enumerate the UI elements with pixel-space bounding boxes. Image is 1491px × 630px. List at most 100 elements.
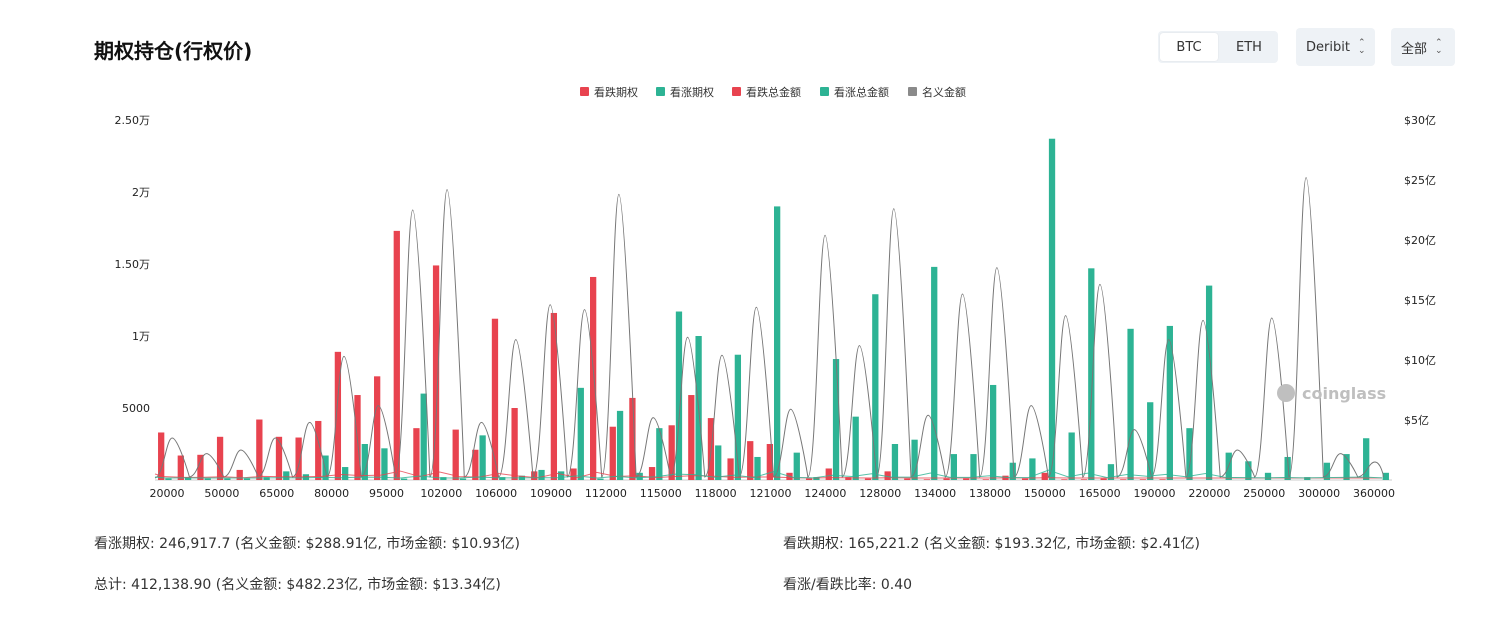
put-bar (511, 408, 518, 480)
call-bar (1205, 285, 1213, 480)
x-tick-label: 106000 (475, 487, 517, 500)
x-tick-label: 121000 (750, 487, 792, 500)
put-bar (413, 428, 420, 480)
tab-eth[interactable]: ETH (1220, 31, 1278, 63)
call-summary: 看涨期权: 246,917.7 (名义金额: $288.91亿, 市场金额: $… (94, 536, 520, 552)
put-bar (1100, 478, 1107, 480)
legend-swatch (656, 87, 665, 96)
legend-label: 看跌期权 (594, 85, 638, 99)
call-bar (243, 478, 251, 480)
option-type-select[interactable]: 全部 ⌃ ⌄ (1391, 28, 1455, 66)
call-bar (891, 444, 899, 480)
x-tick-label: 300000 (1298, 487, 1340, 500)
call-bar (1264, 472, 1272, 480)
legend-label: 看涨总金额 (834, 85, 889, 99)
call-bar (1127, 328, 1134, 480)
call-bar (400, 478, 408, 480)
coin-segmented-control: BTC ETH (1158, 31, 1278, 63)
put-bar (923, 479, 931, 480)
legend-label: 看跌总金额 (746, 85, 801, 99)
x-tick-label: 20000 (150, 487, 185, 500)
call-bar (538, 469, 545, 480)
legend-label: 名义金额 (922, 85, 966, 99)
call-bar (283, 471, 290, 480)
x-tick-label: 128000 (859, 487, 901, 500)
call-bar (911, 439, 918, 480)
call-bar (1147, 402, 1154, 480)
ratio-summary: 看涨/看跌比率: 0.40 (783, 577, 913, 593)
put-bar (1021, 478, 1029, 480)
x-tick-label: 80000 (314, 487, 349, 500)
put-bar (1080, 479, 1088, 480)
x-tick-label: 165000 (1079, 487, 1121, 500)
call-bar (1088, 268, 1095, 480)
put-bar (236, 469, 243, 480)
put-bar (275, 436, 283, 480)
put-bar (393, 230, 400, 480)
y-right-tick-label: $30亿 (1404, 114, 1436, 127)
x-tick-label: 190000 (1134, 487, 1176, 500)
call-bar (774, 206, 781, 480)
put-bar (805, 478, 813, 480)
put-bar (452, 429, 459, 480)
put-bar (963, 478, 970, 480)
put-bar (570, 468, 577, 480)
call-bar (989, 384, 997, 480)
call-bar (970, 454, 977, 480)
put-summary: 看跌期权: 165,221.2 (名义金额: $193.32亿, 市场金额: $… (783, 536, 1200, 552)
y-right-tick-label: $5亿 (1404, 414, 1429, 427)
put-bar (1120, 479, 1127, 480)
put-bar (609, 426, 616, 480)
x-tick-label: 112000 (585, 487, 627, 500)
exchange-select-value: Deribit (1306, 39, 1350, 55)
put-bar (256, 419, 263, 480)
put-bar (648, 467, 656, 480)
x-tick-label: 115000 (640, 487, 682, 500)
legend-swatch (732, 87, 741, 96)
tab-btc[interactable]: BTC (1160, 33, 1218, 61)
x-tick-label: 150000 (1024, 487, 1066, 500)
legend-swatch (908, 87, 917, 96)
put-bar (747, 441, 754, 480)
x-tick-label: 360000 (1353, 487, 1395, 500)
call-bar (931, 266, 938, 480)
put-bar (1061, 479, 1068, 480)
y-right-tick-label: $20亿 (1404, 234, 1436, 247)
call-bar (459, 478, 467, 480)
y-left-tick-label: 1万 (132, 330, 150, 343)
x-tick-label: 95000 (369, 487, 404, 500)
page-title: 期权持仓(行权价) (94, 39, 253, 63)
call-bar (872, 294, 879, 480)
total-summary: 总计: 412,138.90 (名义金额: $482.23亿, 市场金额: $1… (94, 577, 501, 593)
call-bar (1186, 428, 1193, 480)
put-bar (590, 276, 597, 480)
open-interest-chart: 看跌期权 看涨期权 看跌总金额 看涨总金额 名义金额 2.50万 2万 1.50万 1万 5000… (115, 85, 1437, 500)
option-type-select-value: 全部 (1401, 41, 1428, 57)
chevron-updown-icon: ⌃ ⌄ (1435, 38, 1443, 56)
call-bar (950, 454, 957, 480)
y-left-tick-label: 2万 (132, 186, 150, 199)
legend-label: 看涨期权 (670, 85, 714, 99)
x-tick-label: 102000 (420, 487, 462, 500)
call-bar (420, 393, 427, 480)
put-bar (825, 468, 832, 480)
coinglass-logo-icon (1277, 384, 1295, 402)
legend-swatch (580, 87, 589, 96)
x-tick-label: 118000 (695, 487, 737, 500)
put-bar (177, 455, 184, 480)
call-bar (793, 452, 800, 480)
exchange-select[interactable]: Deribit ⌃ ⌄ (1296, 28, 1375, 66)
call-bar (224, 478, 231, 480)
x-tick-label: 220000 (1188, 487, 1230, 500)
put-bar (688, 395, 695, 480)
y-left-tick-label: 2.50万 (115, 114, 151, 127)
call-bar (558, 471, 565, 480)
call-bar (715, 445, 722, 480)
chevron-updown-icon: ⌃ ⌄ (1357, 38, 1366, 56)
put-bar (1139, 479, 1147, 480)
y-right-tick-label: $10亿 (1404, 354, 1436, 367)
call-bar (479, 435, 486, 480)
x-tick-label: 50000 (204, 487, 239, 500)
call-bar (577, 387, 584, 480)
y-left-tick-label: 5000 (122, 402, 150, 415)
